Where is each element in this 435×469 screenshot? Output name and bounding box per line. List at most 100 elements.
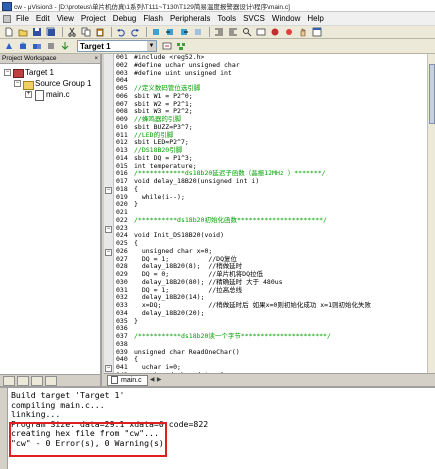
project-workspace: Project Workspace × − Target 1 − Source …: [0, 54, 102, 386]
unindent-icon[interactable]: [227, 27, 239, 38]
compile-icon[interactable]: [3, 41, 15, 52]
line-text: /***********ds18b20读一个字节****************…: [134, 332, 331, 340]
code-line[interactable]: 024 void Init_DS18B20(void): [116, 231, 427, 240]
window-icon[interactable]: [311, 27, 323, 38]
build-toolbar: Target 1 ▼: [0, 39, 435, 54]
toolbar-separator: [209, 27, 210, 37]
file-icon: [111, 376, 118, 384]
bookmark-icon[interactable]: [150, 27, 162, 38]
code-line[interactable]: 019 while(i--);: [116, 193, 427, 202]
target-options-icon[interactable]: [161, 41, 173, 52]
fold-icon[interactable]: −: [105, 187, 112, 194]
cut-icon[interactable]: [66, 27, 78, 38]
line-text: /**********ds18b20初始化函数*****************…: [134, 215, 327, 224]
workspace-title: Project Workspace: [2, 55, 57, 62]
stop-build-icon[interactable]: [45, 41, 57, 52]
toolbar-separator: [146, 27, 147, 37]
menu-flash[interactable]: Flash: [140, 14, 167, 23]
document-icon[interactable]: [3, 14, 11, 23]
menu-file[interactable]: File: [13, 14, 33, 23]
expand-icon[interactable]: +: [25, 91, 32, 98]
find-in-files-icon[interactable]: [241, 27, 253, 38]
code-line[interactable]: 020}: [116, 200, 427, 209]
code-line[interactable]: 022/**********ds18b20初始化函数**************…: [116, 215, 427, 225]
debug-session-icon[interactable]: [269, 27, 281, 38]
find-icon[interactable]: [255, 27, 267, 38]
build-icon[interactable]: [17, 41, 29, 52]
collapse-icon[interactable]: −: [4, 69, 11, 76]
rebuild-icon[interactable]: [31, 41, 43, 52]
code-line[interactable]: 003 #define uint unsigned int: [116, 69, 427, 78]
fold-icon[interactable]: −: [105, 226, 112, 233]
templates-tab[interactable]: [45, 375, 57, 386]
paste-icon[interactable]: [94, 27, 106, 38]
indent-icon[interactable]: [213, 27, 225, 38]
save-all-icon[interactable]: [45, 27, 57, 38]
manage-components-icon[interactable]: [175, 41, 187, 52]
workspace-header: Project Workspace ×: [0, 54, 100, 64]
insert-breakpoint-icon[interactable]: [283, 27, 295, 38]
copy-icon[interactable]: [80, 27, 92, 38]
menu-edit[interactable]: Edit: [33, 14, 54, 23]
code-line[interactable]: 039 unsigned char ReadOneChar(): [116, 348, 427, 357]
menu-window[interactable]: Window: [269, 14, 304, 23]
editor-scrollbar[interactable]: [427, 54, 435, 373]
menu-view[interactable]: View: [54, 14, 78, 23]
clear-bookmarks-icon[interactable]: [192, 27, 204, 38]
menu-peripherals[interactable]: Peripherals: [167, 14, 214, 23]
target-icon: [13, 68, 24, 78]
code-line[interactable]: 034 delay_18B20(20);: [116, 308, 427, 318]
scrollbar-thumb[interactable]: [429, 64, 435, 124]
editor-gutter: − − − −: [104, 54, 114, 373]
line-text: delay_18B20(20);: [134, 308, 205, 317]
tab-nav: ◀ ▶: [149, 376, 163, 385]
prev-bookmark-icon[interactable]: [164, 27, 176, 38]
chevron-down-icon[interactable]: ▼: [147, 41, 156, 51]
code-line[interactable]: 037/***********ds18b20读一个字节*************…: [116, 332, 427, 341]
tree-item-target[interactable]: − Target 1: [4, 67, 54, 78]
hand-icon[interactable]: [297, 27, 309, 38]
line-text: void delay_18B20(unsigned int i): [134, 177, 260, 185]
save-icon[interactable]: [31, 27, 43, 38]
toolbar-separator: [62, 27, 63, 37]
close-icon[interactable]: ×: [94, 56, 98, 62]
chevron-right-icon[interactable]: ▶: [156, 376, 163, 385]
books-tab[interactable]: [17, 375, 29, 386]
target-select[interactable]: Target 1 ▼: [77, 40, 157, 52]
fold-icon[interactable]: −: [105, 249, 112, 256]
line-text: void Init_DS18B20(void): [134, 231, 225, 240]
download-icon[interactable]: [59, 41, 71, 52]
highlight-annotation: [9, 422, 167, 457]
open-folder-icon[interactable]: [17, 27, 29, 38]
menu-project[interactable]: Project: [78, 14, 110, 23]
code-editor[interactable]: − − − − 001 #include <reg52.h> 002 #define …: [104, 54, 435, 373]
output-gutter: [0, 388, 8, 469]
new-file-icon[interactable]: [3, 27, 15, 38]
next-bookmark-icon[interactable]: [178, 27, 190, 38]
menu-tools[interactable]: Tools: [214, 14, 240, 23]
tab-main-c[interactable]: main.c: [107, 374, 148, 386]
menu-help[interactable]: Help: [304, 14, 327, 23]
menu-debug[interactable]: Debug: [110, 14, 141, 23]
target-select-value: Target 1: [80, 41, 111, 51]
menu-bar: File Edit View Project Debug Flash Perip…: [0, 12, 435, 26]
line-text: }: [134, 316, 138, 325]
window-title: cw - μVision3 - [D:\proteus\单片机仿真\1系列\T1…: [14, 3, 290, 11]
folder-icon: [23, 79, 34, 90]
title-bar: cw - μVision3 - [D:\proteus\单片机仿真\1系列\T1…: [0, 0, 435, 12]
chevron-left-icon[interactable]: ◀: [149, 376, 156, 385]
fold-icon[interactable]: −: [105, 365, 112, 372]
tree-item-main-c[interactable]: + main.c: [25, 89, 70, 101]
code-line[interactable]: 017 void delay_18B20(unsigned int i): [116, 177, 427, 186]
workspace-tabs: [0, 374, 100, 386]
code-area[interactable]: 001 #include <reg52.h> 002 #define uchar un…: [116, 54, 427, 373]
menu-svcs[interactable]: SVCS: [240, 14, 269, 23]
redo-icon[interactable]: [129, 27, 141, 38]
tab-label: main.c: [121, 376, 142, 384]
collapse-icon[interactable]: −: [14, 80, 21, 87]
files-tab[interactable]: [3, 375, 15, 386]
code-line[interactable]: 035}: [116, 316, 427, 326]
undo-icon[interactable]: [115, 27, 127, 38]
tree-item-source-group[interactable]: − Source Group 1: [14, 78, 91, 90]
functions-tab[interactable]: [31, 375, 43, 386]
